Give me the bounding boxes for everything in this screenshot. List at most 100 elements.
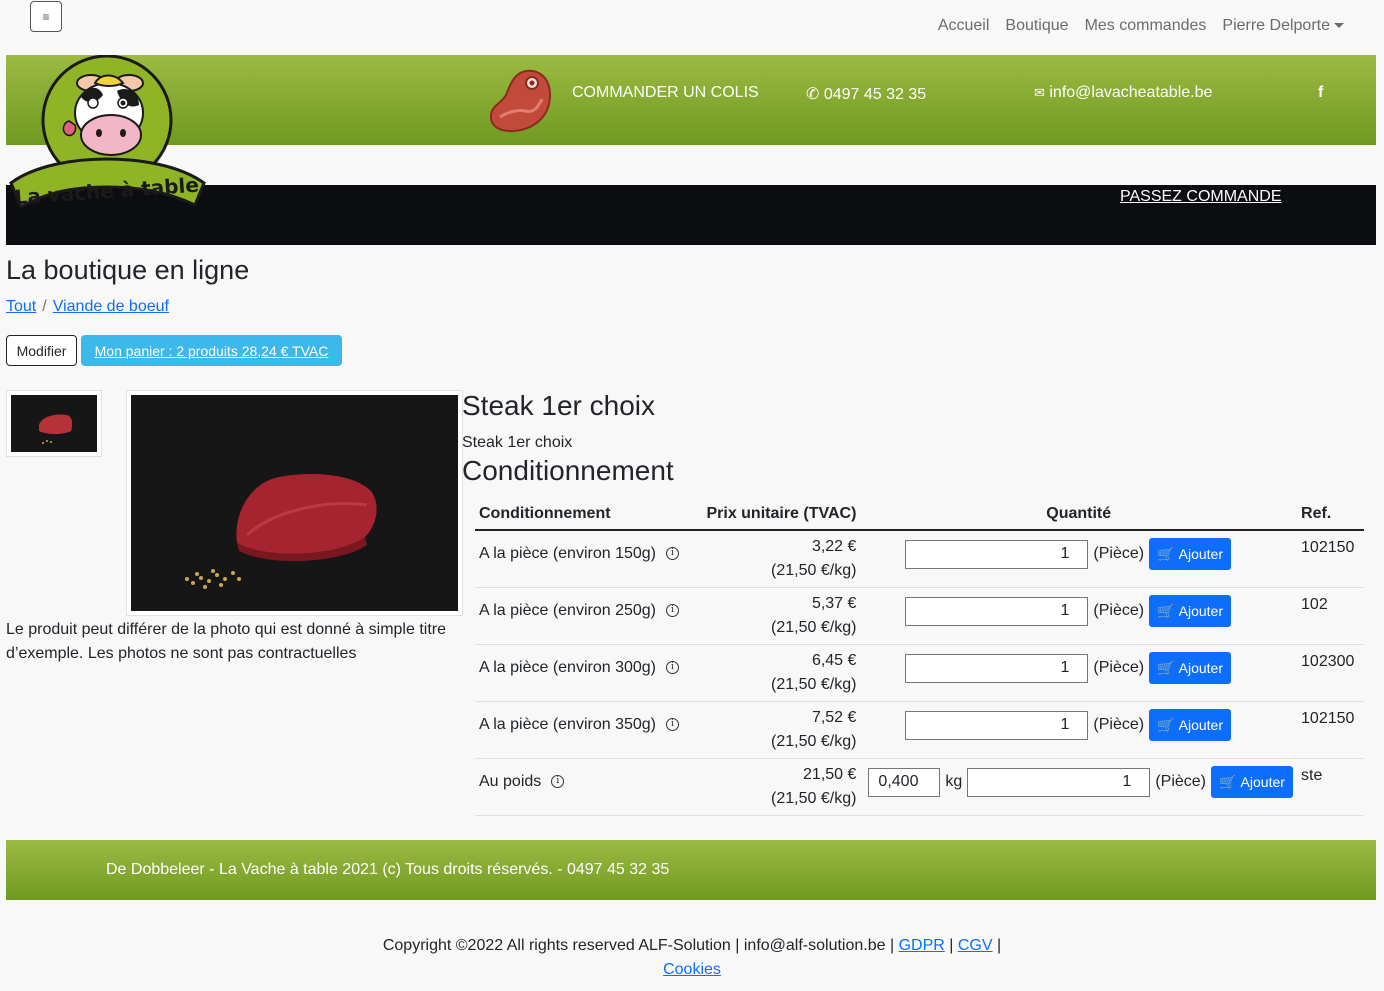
email-address: info@lavacheatable.be [1049, 84, 1213, 101]
add-label: Ajouter [1178, 717, 1223, 733]
table-row-weight: Au poids i 21,50 € (21,50 €/kg) 0,400 kg 1… [475, 758, 1364, 816]
add-label: Ajouter [1178, 546, 1223, 562]
price-per-kg: (21,50 €/kg) [771, 676, 857, 693]
passez-commande-link[interactable]: PASSEZ COMMANDE [1120, 188, 1282, 206]
phone-icon: ✆ [806, 86, 820, 103]
table-header-row: Conditionnement Prix unitaire (TVAC) Qua… [475, 498, 1364, 531]
steak-image [39, 414, 73, 444]
weight-input[interactable]: 0,400 [868, 767, 941, 797]
unit-price: 5,37 € [811, 595, 857, 612]
cart-icon: 🛒 [1157, 602, 1175, 619]
page-title: La boutique en ligne [6, 255, 250, 285]
row-ref: 102300 [1297, 644, 1364, 702]
cookies-link[interactable]: Cookies [663, 961, 721, 978]
unit-label: (Pièce) [1093, 545, 1145, 562]
col-header-ref: Ref. [1297, 498, 1364, 531]
price-per-kg: (21,50 €/kg) [771, 619, 857, 636]
nav-link-boutique[interactable]: Boutique [1005, 17, 1068, 35]
col-header-conditionnement: Conditionnement [475, 498, 687, 531]
info-icon[interactable]: i [666, 604, 679, 618]
user-name: Pierre Delporte [1222, 17, 1330, 34]
table-row: A la pièce (environ 150g) i 3,22 € (21,50 … [475, 530, 1364, 588]
footer-text: De Dobbeleer - La Vache à table 2021 (c)… [106, 861, 670, 878]
copyright: Copyright ©2022 All rights reserved ALF-… [382, 937, 1002, 978]
price-per-kg: (21,50 €/kg) [771, 790, 857, 807]
quantity-input[interactable]: 1 [905, 710, 1089, 740]
gdpr-link[interactable]: GDPR [899, 937, 945, 954]
product-photo[interactable] [126, 390, 463, 616]
envelope-icon: ✉ [1034, 85, 1045, 100]
add-to-cart-button[interactable]: 🛒 Ajouter [1149, 652, 1232, 684]
product-subtitle: Steak 1er choix [462, 434, 573, 451]
unit-price: 6,45 € [811, 652, 857, 669]
table-row: A la pièce (environ 250g) i 5,37 € (21,50 … [475, 587, 1364, 645]
row-ref: ste [1297, 758, 1364, 816]
kg-label: kg [945, 773, 963, 790]
copyright-text: Copyright ©2022 All rights reserved ALF-… [382, 937, 895, 954]
unit-label: (Pièce) [1155, 773, 1207, 790]
nav-link-accueil[interactable]: Accueil [938, 17, 990, 35]
row-label: A la pièce (environ 350g) [479, 716, 656, 733]
nav-link-mes-commandes[interactable]: Mes commandes [1085, 17, 1207, 35]
info-icon[interactable]: i [551, 775, 565, 789]
quantity-input[interactable]: 1 [967, 767, 1151, 797]
cart-button[interactable]: Mon panier : 2 produits 28,24 € TVAC [81, 335, 342, 366]
unit-price: 3,22 € [811, 538, 857, 555]
add-to-cart-button[interactable]: 🛒 Ajouter [1149, 538, 1232, 570]
breadcrumb: Tout / Viande de boeuf [6, 298, 169, 316]
add-label: Ajouter [1178, 603, 1223, 619]
unit-price: 21,50 € [803, 766, 857, 783]
add-to-cart-button[interactable]: 🛒 Ajouter [1149, 595, 1232, 627]
facebook-icon[interactable]: f [1318, 84, 1323, 102]
dropdown-caret-icon [1334, 23, 1344, 29]
top-nav: Accueil Boutique Mes commandes Pierre De… [938, 17, 1344, 35]
table-row: A la pièce (environ 300g) i 6,45 € (21,50 … [475, 644, 1364, 702]
price-per-kg: (21,50 €/kg) [771, 562, 857, 579]
add-label: Ajouter [1178, 660, 1223, 676]
price-per-kg: (21,50 €/kg) [771, 733, 857, 750]
row-ref: 102 [1297, 587, 1364, 645]
phone-number: 0497 45 32 35 [823, 86, 927, 103]
row-label: A la pièce (environ 300g) [479, 659, 656, 676]
quantity-input[interactable]: 1 [905, 539, 1089, 569]
order-box-link[interactable]: COMMANDER UN COLIS [572, 84, 759, 102]
conditionnement-table: Conditionnement Prix unitaire (TVAC) Qua… [475, 498, 1364, 816]
product-title: Steak 1er choix [462, 390, 655, 421]
row-label: A la pièce (environ 150g) [479, 545, 656, 562]
breadcrumb-tout[interactable]: Tout [6, 298, 36, 315]
user-menu[interactable]: Pierre Delporte [1222, 17, 1344, 35]
breadcrumb-viande[interactable]: Viande de boeuf [53, 298, 169, 315]
meat-icon[interactable] [486, 65, 558, 137]
conditionnement-heading: Conditionnement [462, 455, 674, 486]
add-label: Ajouter [1240, 774, 1285, 790]
row-label: Au poids [479, 773, 542, 790]
add-to-cart-button[interactable]: 🛒 Ajouter [1149, 709, 1232, 741]
cart-icon: 🛒 [1157, 545, 1175, 562]
cart-icon: 🛒 [1157, 716, 1175, 733]
add-to-cart-button[interactable]: 🛒 Ajouter [1211, 766, 1294, 798]
row-ref: 102150 [1297, 530, 1364, 588]
info-icon[interactable]: i [666, 718, 679, 732]
photo-disclaimer: Le produit peut différer de la photo qui… [6, 621, 446, 662]
info-icon[interactable]: i [666, 547, 679, 561]
col-header-quantite: Quantité [860, 498, 1298, 531]
info-icon[interactable]: i [666, 661, 679, 675]
cart-icon: 🛒 [1157, 659, 1175, 676]
unit-price: 7,52 € [811, 709, 857, 726]
modify-button[interactable]: Modifier [6, 335, 77, 366]
steak-image [185, 473, 377, 589]
email-link[interactable]: ✉ info@lavacheatable.be [1034, 84, 1212, 102]
unit-label: (Pièce) [1093, 659, 1145, 676]
row-label: A la pièce (environ 250g) [479, 602, 656, 619]
unit-label: (Pièce) [1093, 602, 1145, 619]
quantity-input[interactable]: 1 [905, 596, 1089, 626]
quantity-input[interactable]: 1 [905, 653, 1089, 683]
phone-link[interactable]: ✆ 0497 45 32 35 [806, 84, 926, 104]
breadcrumb-separator: / [42, 298, 47, 315]
logo[interactable]: La vache à table [5, 55, 210, 213]
navbar-toggle-button[interactable]: ≡ [30, 1, 62, 32]
cgv-link[interactable]: CGV [958, 937, 993, 954]
product-thumbnail[interactable] [6, 390, 102, 457]
unit-label: (Pièce) [1093, 716, 1145, 733]
col-header-prix: Prix unitaire (TVAC) [686, 498, 861, 531]
